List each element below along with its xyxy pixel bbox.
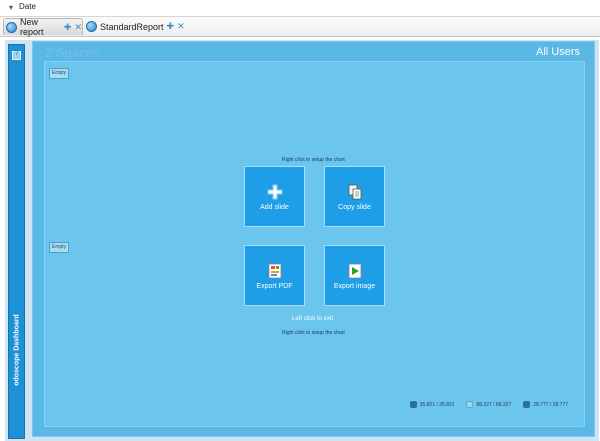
status-bar: 35.821 / 35.821 88.327 / 88.327 28.777 /… [398, 401, 568, 408]
status-users: 35.821 / 35.821 [409, 401, 455, 408]
date-filter-label: Date [19, 2, 36, 11]
group-icon [523, 401, 531, 408]
copy-icon [347, 184, 363, 205]
status-group-value: 28.777 / 28.777 [533, 401, 568, 408]
copy-slide-button[interactable]: Copy slide [324, 166, 385, 227]
right-click-hint: Right click to setup the chart [282, 330, 345, 336]
tile-label: Add slide [260, 204, 289, 211]
empty-slot-badge[interactable]: Empty [49, 68, 70, 79]
right-click-hint: Right click to setup the chart [282, 157, 345, 163]
add-icon [267, 184, 283, 205]
export-pdf-button[interactable]: Export PDF [244, 245, 305, 306]
sidebar-title: odoscope Dashboard [13, 314, 20, 386]
empty-slot-badge[interactable]: Empty [49, 242, 70, 253]
export-image-button[interactable]: Export image [324, 245, 385, 306]
help-icon[interactable]: ? [12, 50, 21, 60]
image-icon [347, 263, 363, 284]
tab-label: StandardReport [100, 21, 164, 32]
tile-label: Export PDF [256, 283, 293, 290]
dashboard-space: 2 Spaces All Users Empty Empty Right cli… [32, 41, 595, 437]
status-visits-value: 88.327 / 88.327 [476, 401, 512, 408]
report-tab-bar: New report ✚ ✕ StandardReport ✚ ✕ [0, 17, 600, 37]
slide-canvas[interactable]: Empty Empty Right click to setup the cha… [44, 61, 585, 427]
add-tab-icon[interactable]: ✚ [64, 22, 72, 33]
tile-label: Export image [333, 283, 376, 290]
user-segment-label[interactable]: All Users [536, 46, 580, 58]
report-icon [6, 21, 17, 33]
status-visits: 88.327 / 88.327 [466, 401, 511, 408]
close-tab-icon[interactable]: ✕ [74, 22, 82, 33]
close-tab-icon[interactable]: ✕ [177, 21, 185, 32]
user-icon [409, 401, 417, 408]
dashboard-sidebar[interactable]: ? odoscope Dashboard [8, 44, 25, 439]
chevron-down-icon[interactable]: ▾ [6, 3, 16, 13]
tab-standard-report[interactable]: StandardReport ✚ ✕ [84, 18, 185, 35]
tab-new-report[interactable]: New report ✚ ✕ [3, 17, 83, 37]
report-icon [86, 21, 97, 32]
spaces-count-label: 2 Spaces [45, 45, 100, 60]
add-slide-button[interactable]: Add slide [244, 166, 305, 227]
tile-label: Copy slide [338, 204, 371, 211]
add-tab-icon[interactable]: ✚ [167, 21, 175, 32]
date-filter-bar[interactable]: ▾ Date [0, 0, 600, 17]
status-users-value: 35.821 / 35.821 [419, 401, 455, 408]
pdf-icon [267, 263, 283, 284]
page-icon [466, 401, 474, 408]
tab-label: New report [20, 17, 44, 37]
status-group: 28.777 / 28.777 [523, 401, 568, 408]
left-click-hint: Left click to exit [292, 316, 334, 322]
